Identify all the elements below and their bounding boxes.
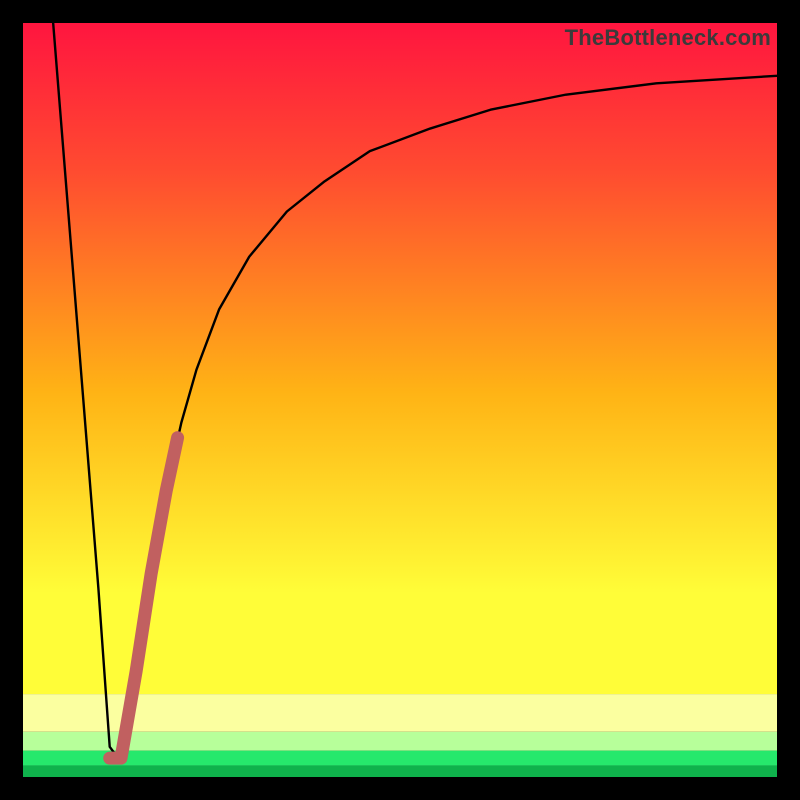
chart-frame: TheBottleneck.com [0, 0, 800, 800]
chart-svg [23, 23, 777, 777]
plot-area: TheBottleneck.com [23, 23, 777, 777]
